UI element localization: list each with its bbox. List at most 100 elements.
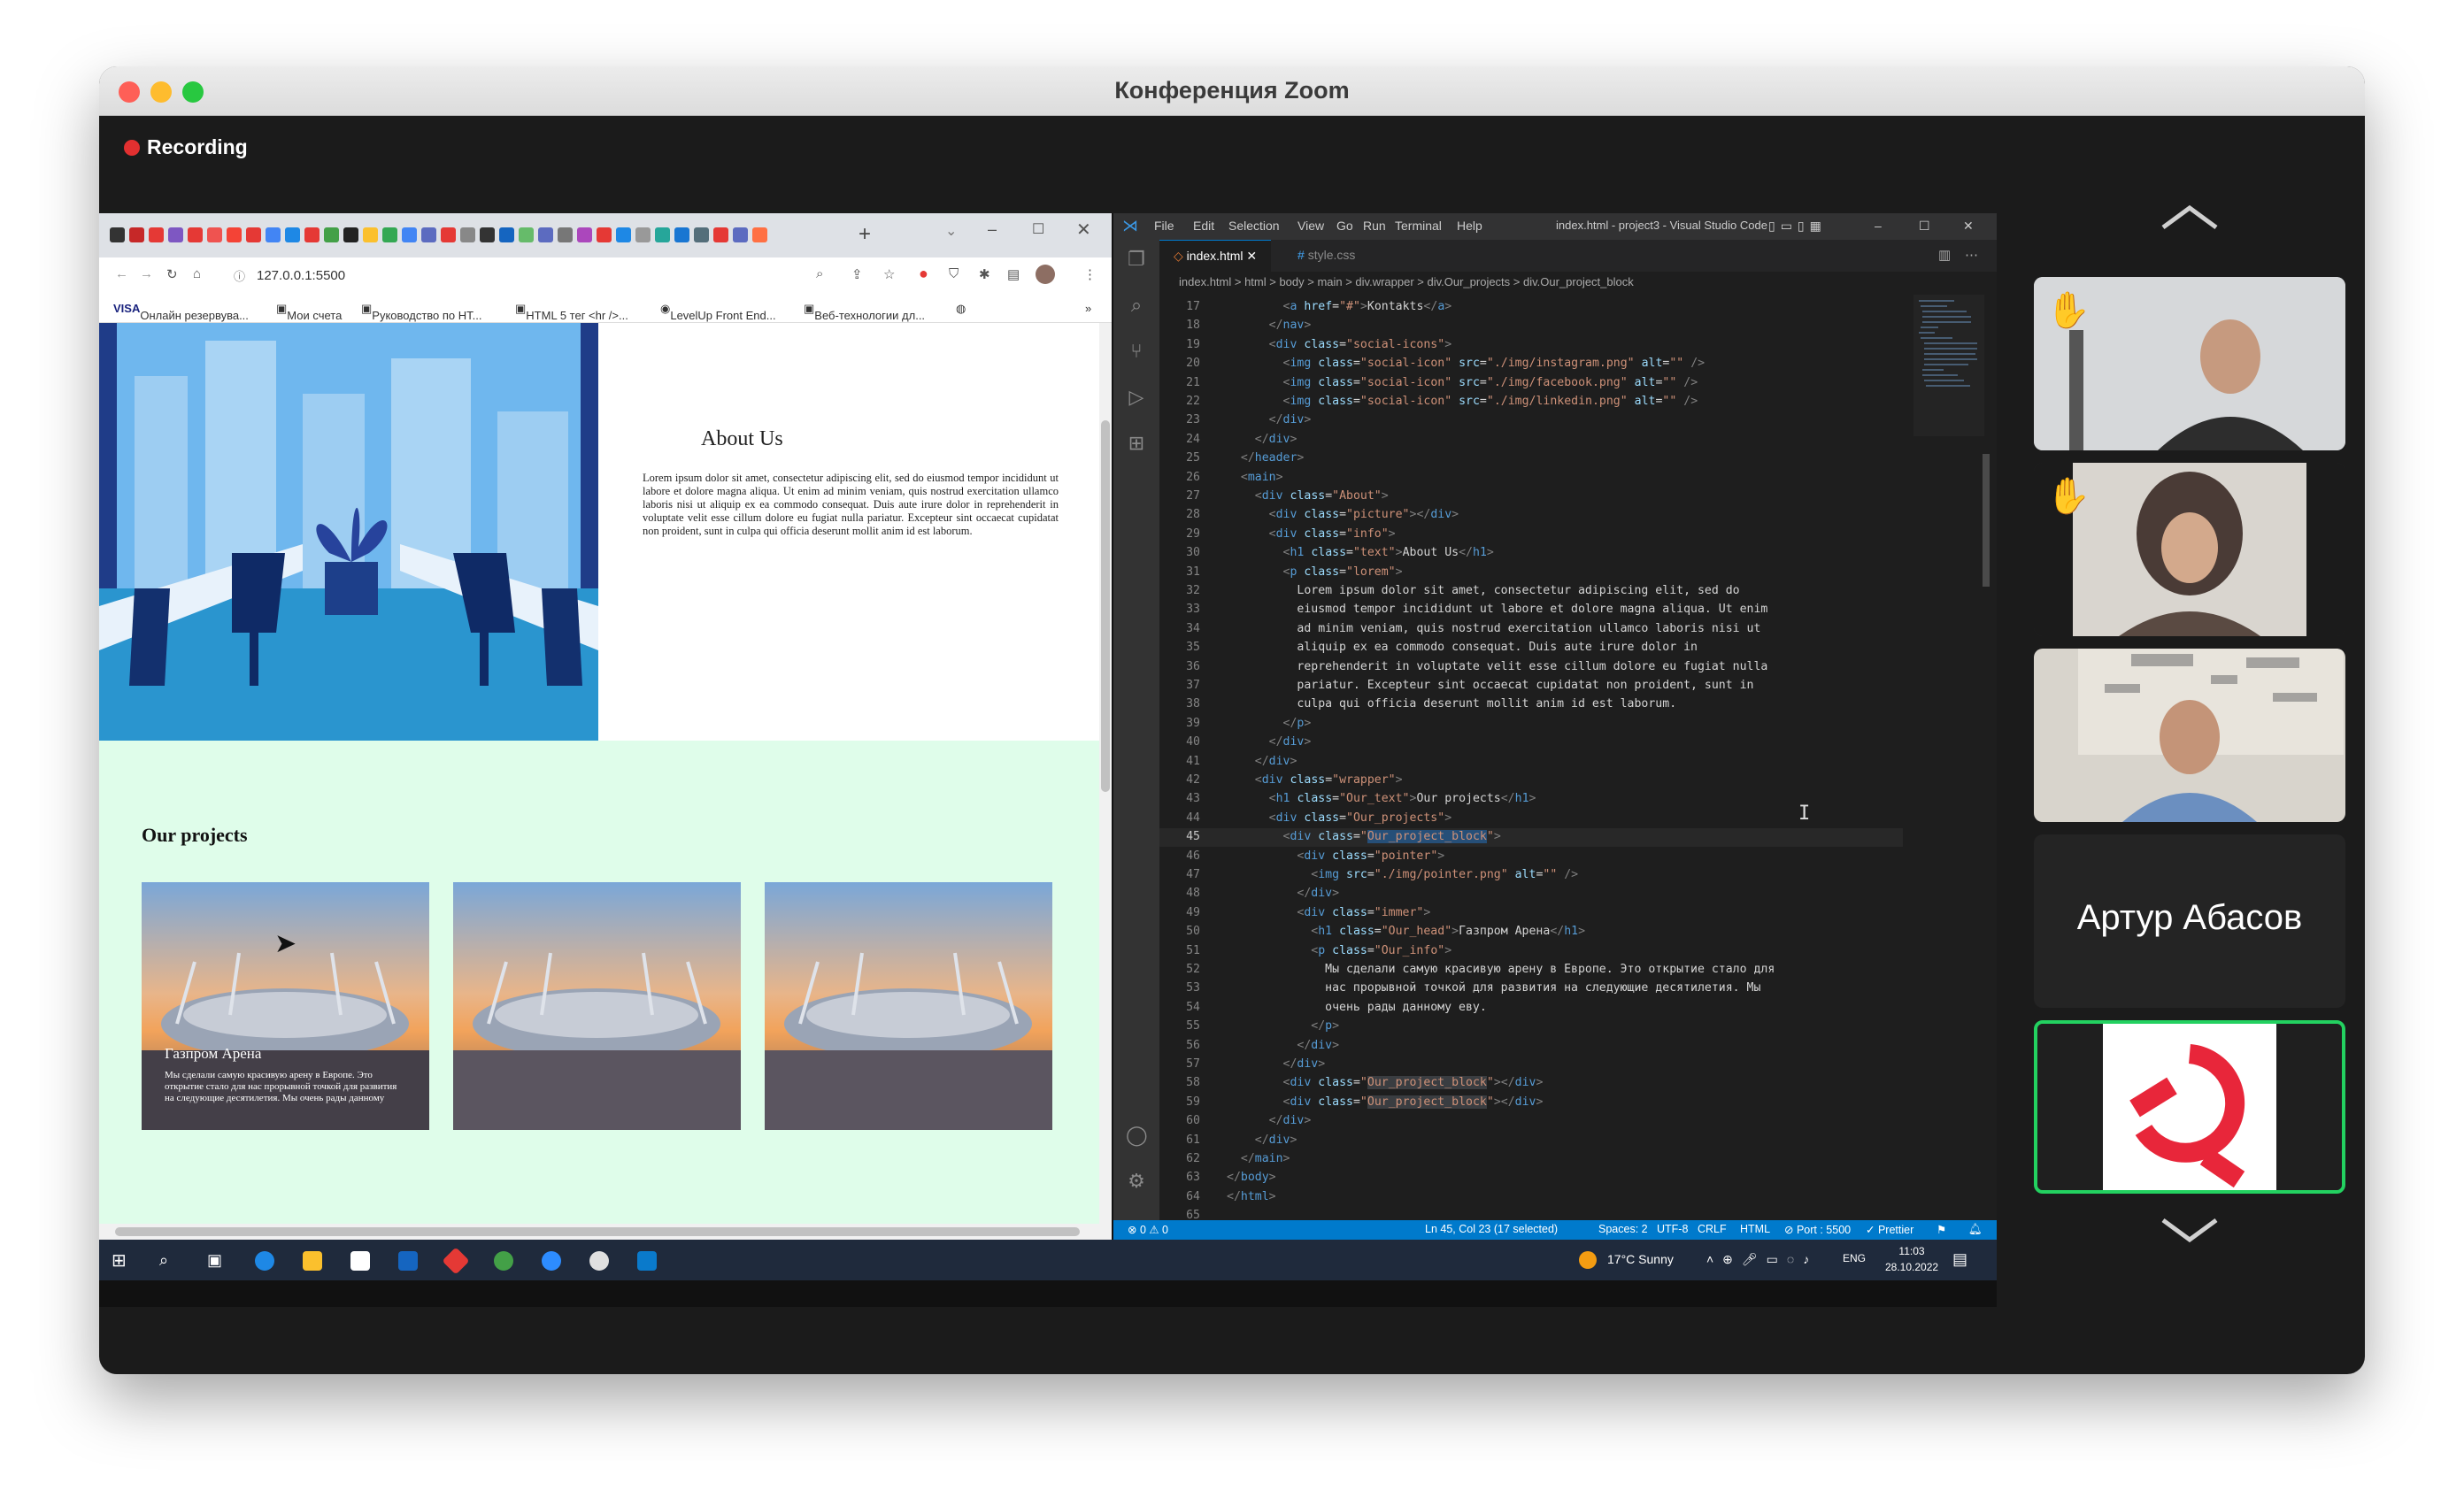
minimap[interactable]	[1913, 295, 1984, 436]
page-vertical-scrollbar[interactable]	[1099, 323, 1112, 1224]
code-line[interactable]: 20 <img class="social-icon" src="./img/i…	[1159, 355, 1903, 373]
bookmark-item[interactable]: VISA Онлайн резервува...	[113, 302, 249, 322]
profile-avatar[interactable]	[1036, 265, 1055, 284]
code-line[interactable]: 36 reprehenderit in voluptate velit esse…	[1159, 658, 1903, 677]
code-line[interactable]: 46 <div class="pointer">	[1159, 848, 1903, 866]
browser-menu-icon[interactable]: ⋮	[1083, 266, 1097, 282]
bookmark-item[interactable]: ▣ Мои счета	[276, 302, 342, 322]
menu-go[interactable]: Go	[1336, 219, 1353, 233]
home-icon[interactable]: ⌂	[193, 266, 201, 281]
close-tab-icon[interactable]: ✕	[1246, 249, 1257, 263]
shield-extension-icon[interactable]: ⛉	[949, 266, 959, 281]
chrome-icon[interactable]	[494, 1251, 513, 1271]
code-line[interactable]: 52 Мы сделали самую красивую арену в Евр…	[1159, 961, 1903, 980]
zoom-search-icon[interactable]: ⌕	[816, 266, 823, 281]
system-tray-icons[interactable]: ˄⊕🎤︎▭◌♪	[1706, 1252, 1818, 1267]
zoom-app-icon[interactable]	[542, 1251, 561, 1271]
code-line[interactable]: 58 <div class="Our_project_block"></div>	[1159, 1074, 1903, 1093]
code-line[interactable]: 63 </body>	[1159, 1169, 1903, 1187]
encoding[interactable]: UTF-8	[1657, 1223, 1688, 1235]
menu-view[interactable]: View	[1297, 219, 1324, 233]
page-horizontal-scrollbar[interactable]	[99, 1224, 1112, 1240]
cursor-position[interactable]: Ln 45, Col 23 (17 selected)	[1425, 1223, 1558, 1235]
code-line[interactable]: 44 <div class="Our_projects">	[1159, 810, 1903, 828]
code-line[interactable]: 18 </nav>	[1159, 317, 1903, 335]
bookmark-item[interactable]: ▣ Руководство по HT...	[361, 302, 481, 322]
code-line[interactable]: 56 </div>	[1159, 1037, 1903, 1056]
editor-vertical-scrollbar[interactable]	[1983, 454, 1990, 587]
code-line[interactable]: 22 <img class="social-icon" src="./img/l…	[1159, 393, 1903, 411]
info-icon[interactable]: ⓘ	[234, 267, 245, 284]
code-line[interactable]: 50 <h1 class="Our_head">Газпром Арена</h…	[1159, 923, 1903, 941]
code-line[interactable]: 62 </main>	[1159, 1150, 1903, 1169]
address-bar[interactable]: 127.0.0.1:5500	[257, 268, 345, 283]
problems-indicator[interactable]: ⊗ 0 ⚠ 0	[1128, 1223, 1168, 1236]
code-line[interactable]: 49 <div class="immer">	[1159, 904, 1903, 923]
project-card[interactable]: Газпром Арена Мы сделали самую красивую …	[142, 882, 429, 1130]
feedback-icon[interactable]: ⚑	[1937, 1223, 1946, 1236]
tab-index-html[interactable]: ◇ index.html ✕	[1159, 240, 1272, 272]
code-line[interactable]: 45 <div class="Our_project_block">	[1159, 828, 1903, 848]
input-language[interactable]: ENG	[1843, 1252, 1866, 1264]
code-line[interactable]: 64 </html>	[1159, 1188, 1903, 1207]
dropbox-icon[interactable]	[398, 1251, 418, 1271]
code-line[interactable]: 30 <h1 class="text">About Us</h1>	[1159, 544, 1903, 563]
taskbar-search-icon[interactable]: ⌕	[159, 1251, 179, 1271]
code-line[interactable]: 26 <main>	[1159, 469, 1903, 488]
explorer-icon[interactable]: ❐	[1126, 249, 1147, 270]
code-line[interactable]: 24 </div>	[1159, 431, 1903, 449]
code-line[interactable]: 28 <div class="picture"></div>	[1159, 506, 1903, 525]
menu-terminal[interactable]: Terminal	[1395, 219, 1442, 233]
vscode-close-button[interactable]: ✕	[1963, 219, 1974, 234]
code-line[interactable]: 34 ad minim veniam, quis nostrud exercit…	[1159, 620, 1903, 639]
menu-selection[interactable]: Selection	[1228, 219, 1280, 233]
tab-search-icon[interactable]: ⌄	[945, 222, 957, 240]
edge-icon[interactable]	[255, 1251, 274, 1271]
recording-indicator[interactable]: Recording	[124, 135, 248, 159]
forward-icon[interactable]: →	[140, 266, 153, 281]
source-control-icon[interactable]: ⑂	[1126, 341, 1147, 362]
run-debug-icon[interactable]: ▷	[1126, 387, 1147, 408]
code-line[interactable]: 35 aliquip ex ea commodo consequat. Duis…	[1159, 639, 1903, 657]
code-line[interactable]: 38 culpa qui officia deserunt mollit ani…	[1159, 695, 1903, 714]
code-line[interactable]: 48 </div>	[1159, 885, 1903, 903]
bookmark-item[interactable]: ◉ LevelUp Front End...	[660, 302, 776, 322]
code-line[interactable]: 27 <div class="About">	[1159, 488, 1903, 506]
windows-start-icon[interactable]: ⊞	[112, 1251, 131, 1271]
indentation[interactable]: Spaces: 2	[1598, 1223, 1648, 1235]
share-icon[interactable]: ⇪	[851, 266, 863, 282]
action-center-icon[interactable]: ▤	[1952, 1250, 1967, 1269]
participant-video-tile[interactable]	[2034, 649, 2345, 822]
vscode-minimize-button[interactable]: –	[1875, 219, 1882, 233]
code-line[interactable]: 25 </header>	[1159, 449, 1903, 468]
code-line[interactable]: 47 <img src="./img/pointer.png" alt="" /…	[1159, 866, 1903, 885]
clock[interactable]: 11:03 28.10.2022	[1885, 1243, 1938, 1275]
menu-edit[interactable]: Edit	[1193, 219, 1214, 233]
slack-icon[interactable]	[589, 1251, 609, 1271]
amazon-icon[interactable]	[350, 1251, 370, 1271]
bookmark-star-icon[interactable]: ☆	[883, 266, 895, 282]
code-line[interactable]: 17 <a href="#">Kontakts</a>	[1159, 298, 1903, 317]
code-line[interactable]: 37 pariatur. Excepteur sint occaecat cup…	[1159, 677, 1903, 695]
task-view-icon[interactable]: ▣	[207, 1251, 227, 1271]
code-line[interactable]: 53 нас прорывной точкой для развития на …	[1159, 980, 1903, 998]
anydesk-icon[interactable]	[442, 1247, 470, 1275]
code-line[interactable]: 32 Lorem ipsum dolor sit amet, consectet…	[1159, 582, 1903, 601]
weather-icon[interactable]	[1579, 1251, 1597, 1269]
code-line[interactable]: 19 <div class="social-icons">	[1159, 336, 1903, 355]
tab-style-css[interactable]: # style.css	[1283, 240, 1369, 272]
language-mode[interactable]: HTML	[1740, 1223, 1770, 1235]
code-line[interactable]: 59 <div class="Our_project_block"></div>	[1159, 1094, 1903, 1112]
code-line[interactable]: 23 </div>	[1159, 411, 1903, 430]
code-line[interactable]: 65	[1159, 1207, 1903, 1220]
active-speaker-tile[interactable]	[2034, 1020, 2345, 1194]
code-line[interactable]: 21 <img class="social-icon" src="./img/f…	[1159, 374, 1903, 393]
participant-name-tile[interactable]: Артур Абасов	[2034, 834, 2345, 1008]
split-editor-icon[interactable]: ▥	[1938, 247, 1951, 263]
code-line[interactable]: 40 </div>	[1159, 734, 1903, 752]
bookmark-item[interactable]: ▣ HTML 5 тег <hr />...	[515, 302, 628, 322]
code-line[interactable]: 29 <div class="info">	[1159, 526, 1903, 544]
browser-close-button[interactable]: ✕	[1076, 219, 1091, 241]
sidebar-icon[interactable]: ▤	[1007, 266, 1020, 282]
line-endings[interactable]: CRLF	[1698, 1223, 1727, 1235]
